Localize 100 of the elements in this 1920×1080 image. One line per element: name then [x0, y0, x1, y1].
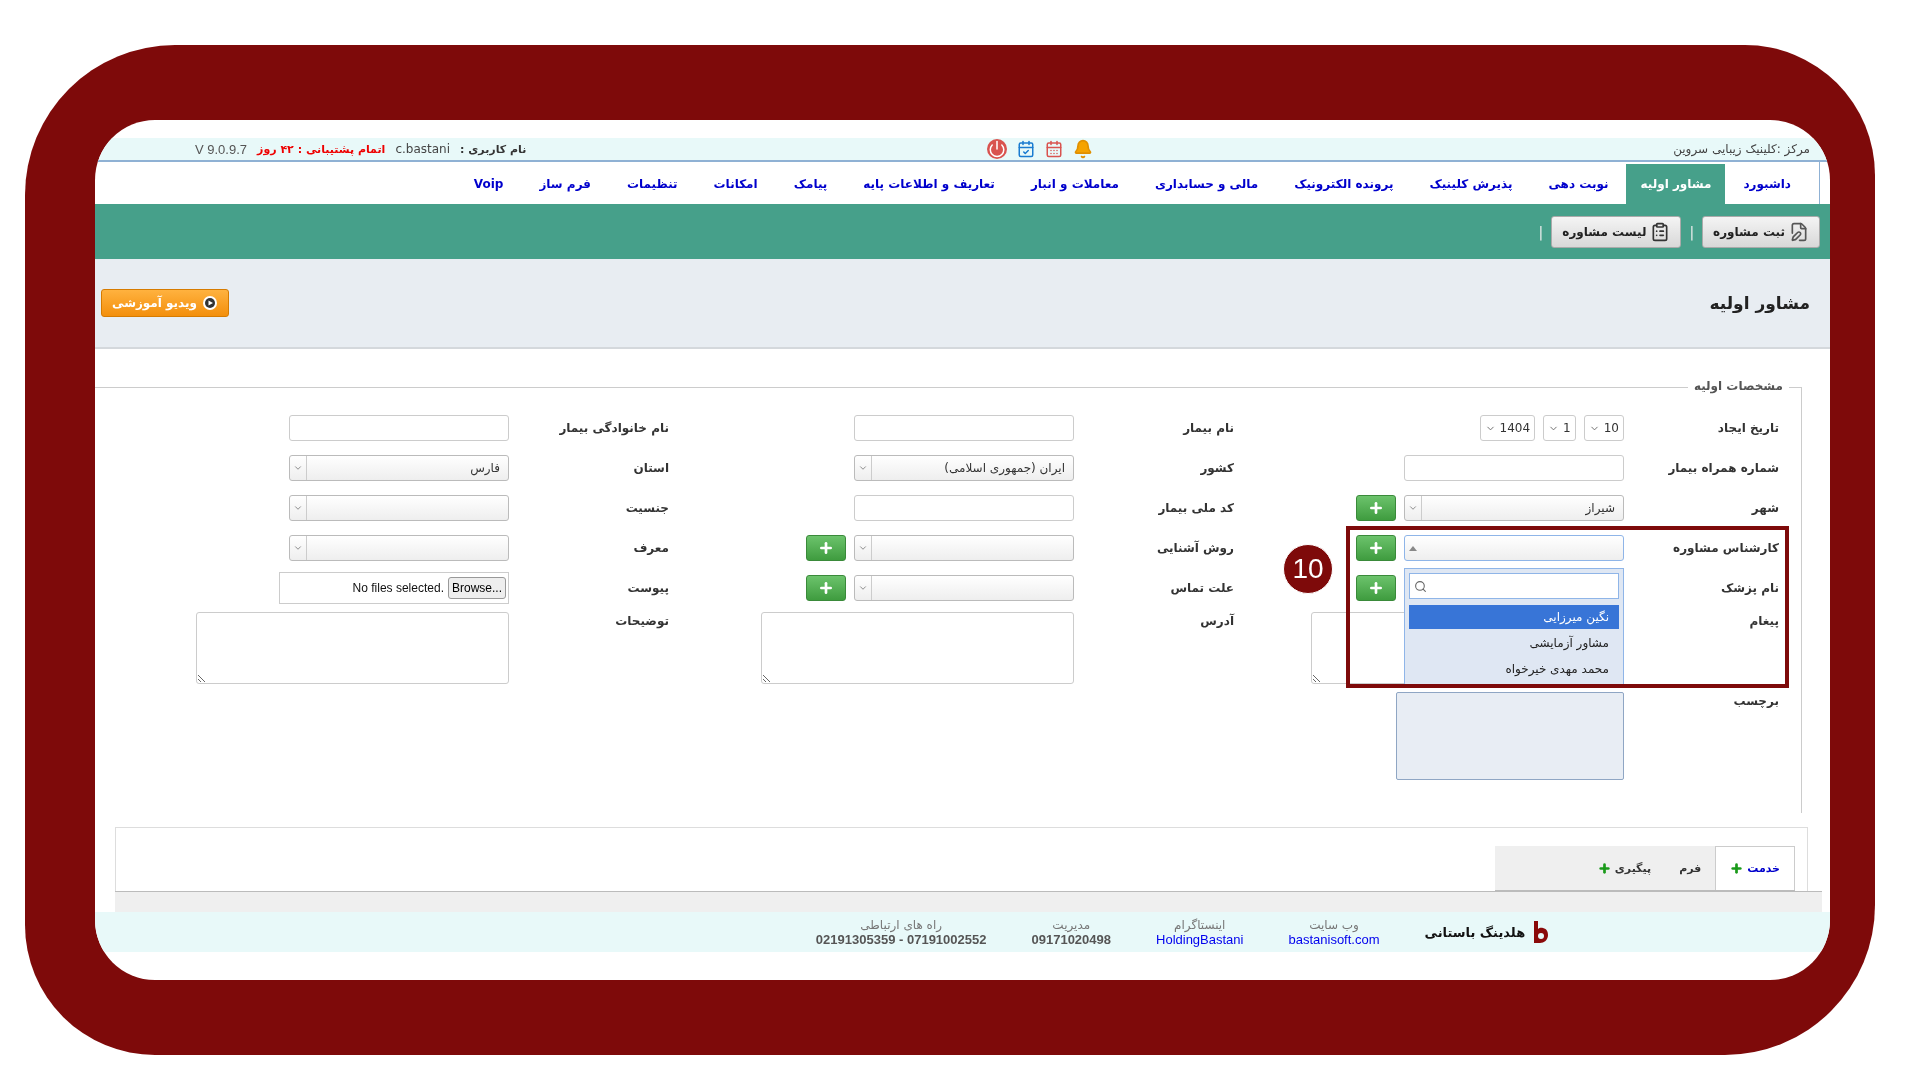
text-field[interactable]: [854, 415, 1074, 441]
field-label: کشور: [1200, 461, 1234, 475]
tab[interactable]: خدمت: [1715, 846, 1795, 890]
add-button[interactable]: [1356, 495, 1396, 521]
text-field[interactable]: [1404, 455, 1624, 481]
select-field[interactable]: [289, 535, 509, 561]
select-field[interactable]: ایران (جمهوری اسلامی): [854, 455, 1074, 481]
chevron-down-icon: [293, 543, 303, 553]
separator: |: [1689, 223, 1695, 240]
username: c.bastani: [395, 142, 450, 156]
tab[interactable]: پیگیری: [1583, 846, 1666, 890]
select-field[interactable]: [1404, 535, 1624, 561]
field-label: پیوست: [627, 581, 669, 595]
nav-tab[interactable]: تنظیمات: [608, 164, 696, 204]
power-icon[interactable]: [987, 139, 1008, 159]
select-field[interactable]: [289, 495, 509, 521]
dropdown-option[interactable]: نگین میرزایی: [1409, 605, 1619, 629]
file-field[interactable]: No files selected. Browse...: [279, 572, 509, 604]
field-label: نام خانوادگی بیمار: [559, 421, 669, 435]
footer-link[interactable]: bastanisoft.com: [1288, 931, 1380, 947]
tag-field[interactable]: [1396, 692, 1624, 780]
dropdown-option[interactable]: محمد مهدی خیرخواه: [1409, 657, 1619, 681]
plus-icon: [1368, 580, 1384, 596]
chevron-down-icon: [858, 463, 868, 473]
plus-icon: [1368, 500, 1384, 516]
dropdown-option[interactable]: مشاور آزمایشی: [1409, 631, 1619, 655]
field-label: علت تماس: [1170, 581, 1234, 595]
nav-tab[interactable]: مالی و حسابداری: [1136, 164, 1277, 204]
field-label: شهر: [1751, 501, 1779, 515]
section-title: مشخصات اولیه: [1687, 379, 1789, 393]
field-label: تاریخ ایجاد: [1717, 421, 1779, 435]
chevron-down-icon: [858, 543, 868, 553]
select-field[interactable]: شیراز: [1404, 495, 1624, 521]
page-title: مشاور اولیه: [1709, 293, 1810, 313]
select-field[interactable]: فارس: [289, 455, 509, 481]
separator: |: [1538, 223, 1544, 240]
chevron-down-icon: [293, 463, 303, 473]
footer-link[interactable]: HoldingBastani: [1156, 931, 1244, 947]
bell-icon[interactable]: [1073, 139, 1094, 159]
select-field[interactable]: [854, 575, 1074, 601]
footer-value: 07191002552 - 02191305359: [815, 931, 987, 947]
chevron-down-icon: [858, 583, 868, 593]
field-label: معرف: [633, 541, 669, 555]
field-label: نام بیمار: [1183, 421, 1234, 435]
center-name: مرکز :کلینیک زیبایی سروین: [1673, 142, 1810, 156]
nav-tab[interactable]: معاملات و انبار: [1012, 164, 1137, 204]
file-status: No files selected.: [352, 581, 444, 595]
clipboard-icon: [1650, 221, 1671, 242]
field-label: آدرس: [1200, 614, 1234, 628]
tab[interactable]: فرم: [1665, 846, 1716, 890]
calendar-check-icon[interactable]: [1017, 140, 1036, 158]
brand-name: هلدینگ باستانی: [1424, 924, 1526, 940]
nav-tab[interactable]: پیامک: [775, 164, 846, 204]
add-button[interactable]: [1356, 535, 1396, 561]
text-area[interactable]: [761, 612, 1074, 684]
field-label: استان: [633, 461, 669, 475]
caret-icon: [1409, 545, 1417, 551]
field-label: توضیحات: [615, 614, 669, 628]
logo-icon: [1533, 921, 1550, 943]
select-field[interactable]: [854, 535, 1074, 561]
add-button[interactable]: [806, 575, 846, 601]
support-status: اتمام پشتیبانی : ۴۲ روز: [257, 142, 386, 156]
register-button[interactable]: ثبت مشاوره: [1702, 215, 1820, 248]
footer-label: اینستاگرام: [1174, 917, 1226, 932]
calendar-icon[interactable]: [1045, 140, 1064, 158]
footer-label: وب سایت: [1309, 917, 1359, 932]
chevron-down-icon: [293, 503, 303, 513]
field-label: جنسیت: [625, 501, 669, 515]
field-label: نام پزشک: [1720, 581, 1779, 595]
date-select[interactable]: 10: [1583, 415, 1624, 441]
nav-tab[interactable]: فرم ساز: [521, 164, 609, 204]
add-button[interactable]: [1356, 575, 1396, 601]
nav-tab[interactable]: امکانات: [695, 164, 776, 204]
play-icon: [202, 295, 219, 311]
nav-tab[interactable]: نوبت دهی: [1530, 164, 1627, 204]
document-pen-icon: [1789, 221, 1809, 242]
username-label: نام کاربری :: [460, 142, 527, 156]
footer-value: 09171020498: [1031, 931, 1111, 947]
text-area[interactable]: [196, 612, 509, 684]
nav-tab[interactable]: داشبورد: [1725, 164, 1809, 204]
nav-tab[interactable]: پرونده الکترونیک: [1276, 164, 1412, 204]
field-label: برچسب: [1733, 694, 1779, 708]
nav-tab[interactable]: Voip: [455, 164, 522, 204]
add-button[interactable]: [806, 535, 846, 561]
browse-button[interactable]: Browse...: [448, 577, 506, 599]
plus-icon: [818, 580, 834, 596]
field-label: پیغام: [1749, 614, 1779, 628]
field-label: روش آشنایی: [1156, 541, 1234, 555]
search-field[interactable]: [1409, 573, 1619, 599]
nav-tab[interactable]: پذیرش کلینیک: [1411, 164, 1531, 204]
text-field[interactable]: [854, 495, 1074, 521]
search-icon: [1414, 579, 1427, 593]
date-select[interactable]: 1: [1543, 415, 1576, 441]
field-label: کد ملی بیمار: [1158, 501, 1234, 515]
text-field[interactable]: [289, 415, 509, 441]
plus-icon: [1368, 540, 1384, 556]
field-label: کارشناس مشاوره: [1673, 541, 1779, 555]
date-select[interactable]: 1404: [1479, 415, 1536, 441]
list-button[interactable]: لیست مشاوره: [1551, 215, 1682, 248]
nav-tab[interactable]: تعاریف و اطلاعات پایه: [845, 164, 1013, 204]
